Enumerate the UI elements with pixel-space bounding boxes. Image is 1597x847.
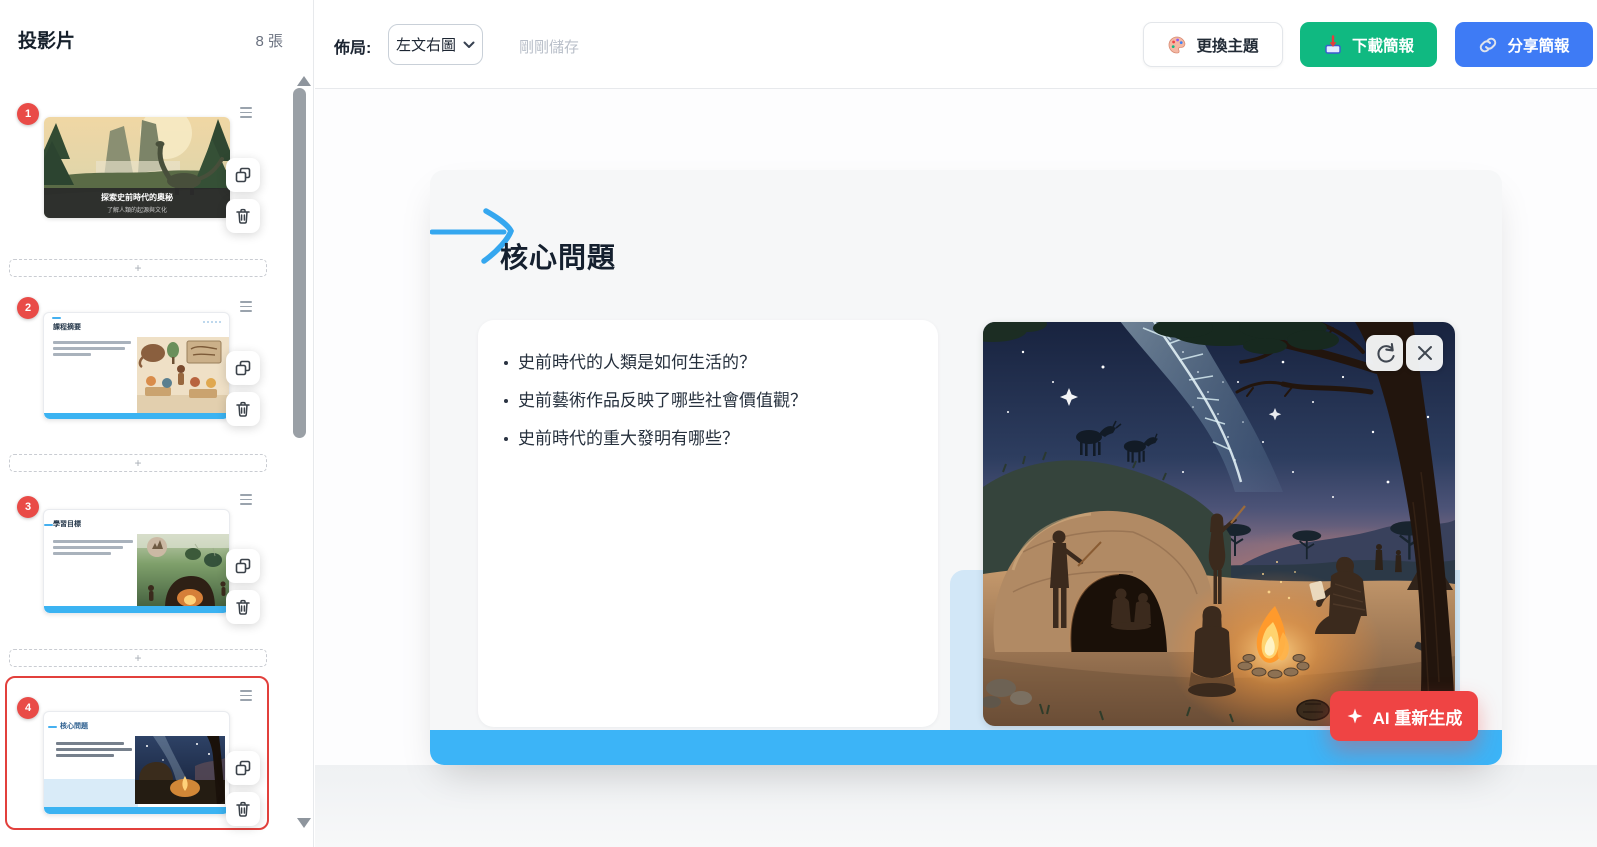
trash-icon [234, 598, 252, 616]
close-icon [1416, 344, 1434, 362]
presentation-editor: 投影片 8 張 1 [0, 0, 1597, 847]
mini-dots [203, 321, 221, 323]
bullet-text: 史前時代的重大發明有哪些？ [518, 426, 739, 452]
mini-slide-title: 學習目標 [53, 519, 81, 529]
delete-slide-button[interactable] [226, 392, 260, 426]
slide-thumbnail-4[interactable]: 核心問題 [43, 711, 230, 815]
mini-slide-title: 核心問題 [60, 721, 88, 731]
ai-regenerate-label: AI 重新生成 [1373, 704, 1463, 729]
duplicate-slide-button[interactable] [226, 158, 260, 192]
mini-accent-bar [44, 807, 229, 814]
palette-icon [1167, 35, 1187, 55]
add-slide-button[interactable]: + [9, 259, 267, 277]
ai-regenerate-button[interactable]: AI 重新生成 [1330, 691, 1478, 741]
slides-sidebar: 投影片 8 張 1 [0, 0, 314, 847]
duplicate-slide-button[interactable] [226, 351, 260, 385]
share-presentation-button[interactable]: 分享簡報 [1455, 22, 1593, 67]
change-theme-label: 更換主題 [1196, 34, 1258, 56]
classroom-art [137, 337, 229, 413]
copy-icon [234, 759, 252, 777]
cover-subtitle: 了解人類的起源與文化 [107, 205, 167, 214]
mini-accent-bar [44, 606, 229, 613]
mini-deco-block [44, 779, 138, 807]
bullet-dot [504, 361, 508, 365]
bullet-card[interactable]: 史前時代的人類是如何生活的？ 史前藝術作品反映了哪些社會價值觀？ 史前時代的重大… [478, 320, 938, 727]
change-theme-button[interactable]: 更換主題 [1143, 22, 1283, 67]
bullet-text: 史前藝術作品反映了哪些社會價值觀？ [518, 388, 807, 414]
mini-slide-title: 課程摘要 [53, 322, 81, 332]
layout-select[interactable]: 左文右圖 [388, 24, 483, 65]
scroll-down-icon[interactable] [297, 818, 311, 828]
layout-label: 佈局: [334, 34, 371, 58]
bullet-item: 史前藝術作品反映了哪些社會價值觀？ [504, 388, 912, 414]
bullet-dot [504, 437, 508, 441]
download-presentation-button[interactable]: 下載簡報 [1300, 22, 1437, 67]
chevron-down-icon [463, 41, 475, 49]
copy-icon [234, 166, 252, 184]
regenerate-image-button[interactable] [1366, 335, 1403, 371]
slide-thumbnail-3[interactable]: 學習目標 [43, 509, 230, 614]
bullet-item: 史前時代的重大發明有哪些？ [504, 426, 912, 452]
slide-thumbnail-2[interactable]: 課程摘要 [43, 312, 230, 420]
slide-number-badge: 2 [17, 297, 39, 319]
bullet-text: 史前時代的人類是如何生活的？ [518, 350, 756, 376]
bullet-item: 史前時代的人類是如何生活的？ [504, 350, 912, 376]
mini-accent-bar [44, 413, 229, 419]
slide-number-badge: 1 [17, 103, 39, 125]
toolbar: 佈局: 左文右圖 剛剛儲存 更換主題 下載簡報 [315, 0, 1597, 89]
slide-count: 8 張 [255, 30, 283, 51]
mini-accent-dash [52, 317, 61, 319]
delete-slide-button[interactable] [226, 792, 260, 826]
editor-main-area: 核心問題 史前時代的人類是如何生活的？ 史前藝術作品反映了哪些社會價值觀？ 史前… [315, 89, 1597, 847]
trash-icon [234, 400, 252, 418]
delete-slide-button[interactable] [226, 199, 260, 233]
download-icon [1323, 35, 1343, 55]
add-slide-button[interactable]: + [9, 454, 267, 472]
bullet-list: 史前時代的人類是如何生活的？ 史前藝術作品反映了哪些社會價值觀？ 史前時代的重大… [478, 320, 938, 452]
remove-image-button[interactable] [1406, 335, 1443, 371]
scroll-up-icon[interactable] [297, 76, 311, 86]
slide-canvas[interactable]: 核心問題 史前時代的人類是如何生活的？ 史前藝術作品反映了哪些社會價值觀？ 史前… [430, 170, 1502, 765]
slide-number-badge: 4 [17, 697, 39, 719]
sparkle-icon [1346, 707, 1364, 725]
sidebar-scrollbar[interactable] [293, 88, 306, 438]
cover-text-band: 探索史前時代的奧秘 了解人類的起源與文化 [44, 188, 230, 218]
slide-thumbnail-1[interactable]: 探索史前時代的奧秘 了解人類的起源與文化 [44, 117, 230, 218]
link-icon [1478, 35, 1498, 55]
sidebar-title: 投影片 [18, 26, 75, 53]
mini-accent-dash [48, 726, 57, 728]
night-art [135, 736, 225, 804]
drag-handle-icon[interactable] [240, 107, 252, 118]
layout-select-value: 左文右圖 [396, 34, 456, 55]
cover-title: 探索史前時代的奧秘 [101, 192, 173, 203]
drag-handle-icon[interactable] [240, 494, 252, 505]
duplicate-slide-button[interactable] [226, 751, 260, 785]
jungle-art [137, 534, 229, 606]
canvas-backdrop [315, 765, 1597, 847]
slide-title[interactable]: 核心問題 [500, 236, 616, 276]
trash-icon [234, 207, 252, 225]
add-slide-button[interactable]: + [9, 649, 267, 667]
slide-number-badge: 3 [17, 496, 39, 518]
duplicate-slide-button[interactable] [226, 549, 260, 583]
refresh-icon [1373, 341, 1397, 365]
mini-accent-dash [44, 524, 53, 526]
slide-image[interactable] [983, 322, 1455, 726]
campfire-night-illustration [983, 322, 1455, 726]
bullet-dot [504, 399, 508, 403]
download-label: 下載簡報 [1352, 34, 1414, 56]
drag-handle-icon[interactable] [240, 301, 252, 312]
copy-icon [234, 359, 252, 377]
copy-icon [234, 557, 252, 575]
save-status: 剛剛儲存 [519, 36, 579, 57]
share-label: 分享簡報 [1507, 34, 1569, 56]
delete-slide-button[interactable] [226, 590, 260, 624]
trash-icon [234, 800, 252, 818]
